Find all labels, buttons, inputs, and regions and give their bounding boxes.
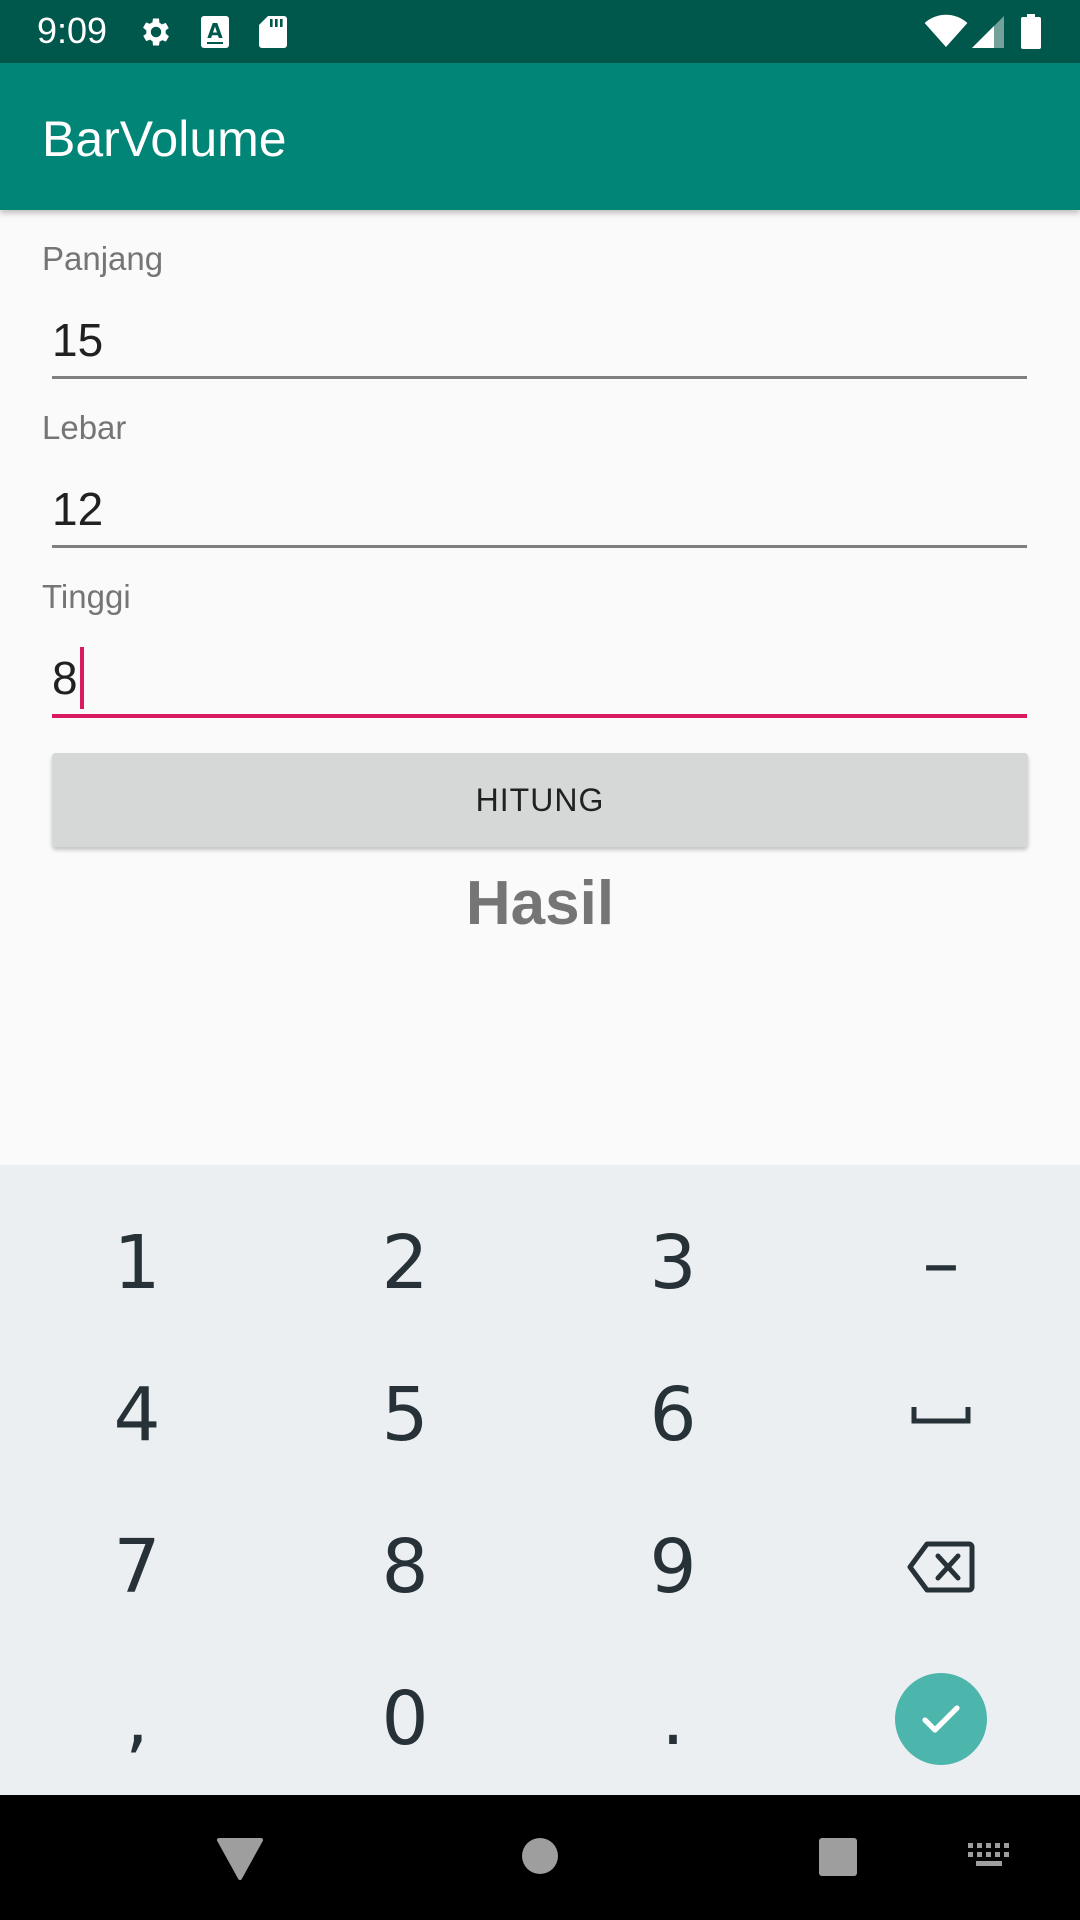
tinggi-input[interactable]: 8: [52, 643, 1027, 713]
settings-icon: [138, 14, 174, 55]
panjang-underline: [52, 376, 1027, 379]
key-9[interactable]: 9: [539, 1492, 807, 1642]
key-comma[interactable]: ,: [3, 1644, 271, 1794]
key-3[interactable]: 3: [539, 1188, 807, 1338]
home-icon[interactable]: [521, 1837, 559, 1880]
sd-card-icon: [258, 14, 288, 55]
panjang-input[interactable]: 15: [52, 305, 1027, 375]
signal-icon: [970, 14, 1006, 55]
lebar-underline: [52, 545, 1027, 548]
lebar-label: Lebar: [42, 409, 127, 446]
key-2[interactable]: 2: [271, 1188, 539, 1338]
lebar-value: 12: [52, 483, 104, 535]
numeric-keyboard: 1 2 3 – 4 5 6 7 8 9 , 0 .: [0, 1165, 1080, 1795]
tinggi-value: 8: [52, 652, 78, 704]
space-icon: [911, 1407, 971, 1424]
svg-text:A: A: [207, 19, 223, 43]
app-title: BarVolume: [42, 111, 287, 167]
key-1[interactable]: 1: [3, 1188, 271, 1338]
wifi-icon: [924, 14, 968, 53]
recents-icon[interactable]: [818, 1837, 858, 1882]
panjang-label: Panjang: [42, 240, 164, 277]
key-4[interactable]: 4: [3, 1340, 271, 1490]
navigation-bar: [0, 1795, 1080, 1920]
text-cursor: [79, 646, 84, 709]
hitung-button[interactable]: HITUNG: [52, 753, 1028, 847]
screen: 9:09 A BarVolume Panjang 15 Lebar 12 Tin…: [0, 0, 1080, 1920]
result-text: Hasil: [465, 869, 615, 938]
text-a-icon: A: [199, 14, 231, 55]
key-backspace[interactable]: [807, 1492, 1075, 1642]
lebar-input[interactable]: 12: [52, 474, 1027, 544]
key-8[interactable]: 8: [271, 1492, 539, 1642]
back-icon[interactable]: [216, 1837, 264, 1886]
status-time: 9:09: [37, 10, 108, 51]
tinggi-underline: [52, 714, 1027, 718]
check-icon: [922, 1705, 960, 1733]
tinggi-label: Tinggi: [42, 578, 131, 615]
key-5[interactable]: 5: [271, 1340, 539, 1490]
key-minus[interactable]: –: [807, 1188, 1075, 1338]
keyboard-switch-icon[interactable]: [968, 1843, 1010, 1874]
backspace-icon: [907, 1541, 975, 1593]
key-space[interactable]: [807, 1340, 1075, 1490]
key-done[interactable]: [807, 1644, 1075, 1794]
key-0[interactable]: 0: [271, 1644, 539, 1794]
panjang-value: 15: [52, 314, 104, 366]
done-button[interactable]: [895, 1673, 987, 1765]
app-bar: BarVolume: [0, 63, 1080, 210]
key-6[interactable]: 6: [539, 1340, 807, 1490]
key-7[interactable]: 7: [3, 1492, 271, 1642]
battery-icon: [1020, 14, 1042, 55]
key-period[interactable]: .: [539, 1644, 807, 1794]
status-bar: 9:09 A: [0, 0, 1080, 63]
